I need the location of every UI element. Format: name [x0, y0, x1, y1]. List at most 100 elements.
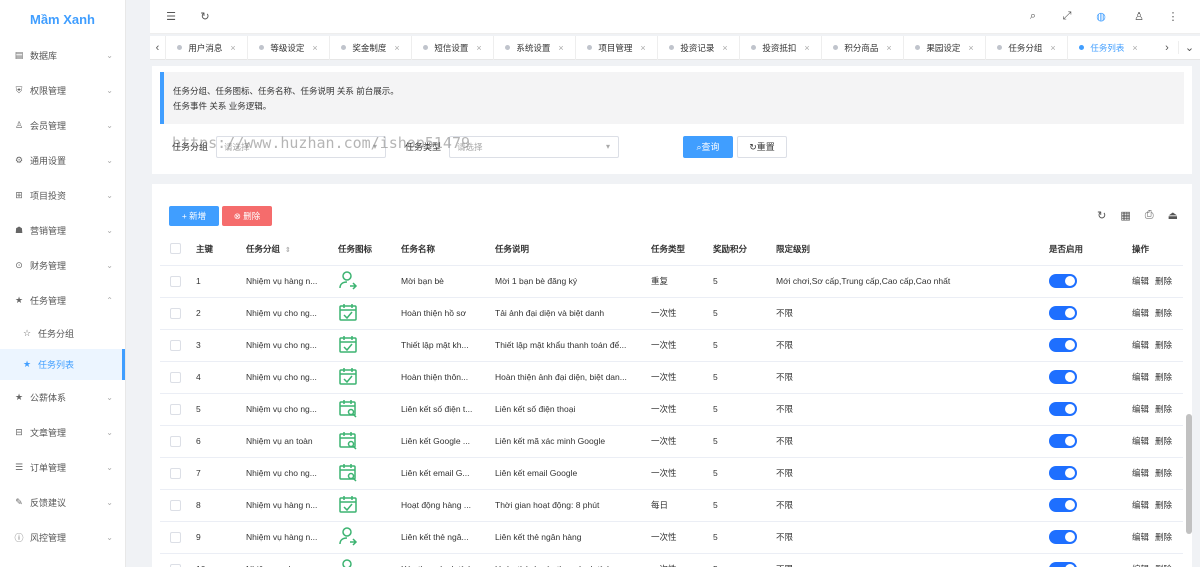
globe-icon[interactable]: ◍ — [1094, 10, 1108, 23]
enabled-switch[interactable] — [1049, 338, 1077, 352]
tab-3[interactable]: 奖金制度 × — [329, 35, 411, 60]
row-checkbox[interactable] — [170, 275, 181, 287]
close-icon[interactable]: × — [312, 43, 317, 53]
batch-delete-button[interactable]: ⊗ 删除 — [222, 206, 272, 226]
refresh-icon[interactable]: ↻ — [198, 10, 212, 23]
row-checkbox[interactable] — [170, 531, 181, 543]
app-logo[interactable]: Mầm Xanh — [0, 0, 125, 38]
search-icon[interactable]: ⌕ — [1026, 10, 1040, 23]
row-checkbox[interactable] — [170, 339, 181, 351]
chevron-right-icon[interactable]: › — [1156, 42, 1178, 54]
edit-link[interactable]: 编辑 — [1132, 500, 1149, 510]
close-icon[interactable]: × — [640, 43, 645, 53]
delete-link[interactable]: 删除 — [1155, 436, 1172, 446]
row-checkbox[interactable] — [170, 499, 181, 511]
sidebar-item-10[interactable]: ★ 任务列表 — [0, 349, 125, 380]
tab-12[interactable]: 任务列表 × — [1067, 35, 1149, 60]
row-checkbox[interactable] — [170, 371, 181, 383]
scrollbar-thumb[interactable] — [1186, 414, 1192, 534]
tab-5[interactable]: 系统设置 × — [493, 35, 575, 60]
close-icon[interactable]: × — [804, 43, 809, 53]
sidebar-item-8[interactable]: ★ 任务管理 ⌃ — [0, 283, 125, 318]
tab-9[interactable]: 积分商品 × — [821, 35, 903, 60]
export-icon[interactable]: ⏏ — [1168, 209, 1178, 222]
tab-11[interactable]: 任务分组 × — [985, 35, 1067, 60]
sidebar-item-7[interactable]: ⊙ 财务管理 ⌄ — [0, 248, 125, 283]
tab-8[interactable]: 投资抵扣 × — [739, 35, 821, 60]
user-icon[interactable]: ♙ — [1132, 10, 1146, 23]
add-button[interactable]: + 新增 — [169, 206, 219, 226]
tab-1[interactable]: 用户消息 × — [165, 35, 247, 60]
columns-icon[interactable]: ▦ — [1120, 209, 1130, 222]
enabled-switch[interactable] — [1049, 402, 1077, 416]
sidebar-item-6[interactable]: ☗ 营销管理 ⌄ — [0, 213, 125, 248]
row-checkbox[interactable] — [170, 403, 181, 415]
close-icon[interactable]: × — [1132, 43, 1137, 53]
sidebar-item-15[interactable]: ⓘ 风控管理 ⌄ — [0, 520, 125, 555]
row-checkbox[interactable] — [170, 467, 181, 479]
row-checkbox[interactable] — [170, 563, 181, 567]
delete-link[interactable]: 删除 — [1155, 276, 1172, 286]
delete-link[interactable]: 删除 — [1155, 404, 1172, 414]
enabled-switch[interactable] — [1049, 530, 1077, 544]
delete-link[interactable]: 删除 — [1155, 468, 1172, 478]
tab-10[interactable]: 果园设定 × — [903, 35, 985, 60]
edit-link[interactable]: 编辑 — [1132, 372, 1149, 382]
close-icon[interactable]: × — [968, 43, 973, 53]
row-checkbox[interactable] — [170, 435, 181, 447]
tab-7[interactable]: 投资记录 × — [657, 35, 739, 60]
close-icon[interactable]: × — [558, 43, 563, 53]
fullscreen-icon[interactable]: ⤢ — [1060, 10, 1074, 23]
enabled-switch[interactable] — [1049, 306, 1077, 320]
tab-2[interactable]: 等级设定 × — [247, 35, 329, 60]
refresh-icon[interactable]: ↻ — [1097, 209, 1106, 222]
delete-link[interactable]: 删除 — [1155, 308, 1172, 318]
delete-link[interactable]: 删除 — [1155, 500, 1172, 510]
select-all-checkbox[interactable] — [170, 243, 181, 255]
close-icon[interactable]: × — [394, 43, 399, 53]
edit-link[interactable]: 编辑 — [1132, 308, 1149, 318]
edit-link[interactable]: 编辑 — [1132, 404, 1149, 414]
menu-fold-icon[interactable]: ☰ — [164, 10, 178, 23]
col-group[interactable]: 任务分组 ⇕ — [242, 233, 334, 266]
sidebar-item-1[interactable]: ▤ 数据库 ⌄ — [0, 38, 125, 73]
type-select[interactable]: 请选择 ▾ — [449, 136, 619, 158]
edit-link[interactable]: 编辑 — [1132, 532, 1149, 542]
edit-link[interactable]: 编辑 — [1132, 468, 1149, 478]
enabled-switch[interactable] — [1049, 466, 1077, 480]
chevron-down-icon[interactable]: ⌄ — [1178, 41, 1200, 54]
chevron-left-icon[interactable]: ‹ — [150, 42, 165, 54]
sidebar-item-11[interactable]: ★ 公薪体系 ⌄ — [0, 380, 125, 415]
close-icon[interactable]: × — [230, 43, 235, 53]
sidebar-item-9[interactable]: ☆ 任务分组 — [0, 318, 125, 349]
close-icon[interactable]: × — [1050, 43, 1055, 53]
tab-4[interactable]: 短信设置 × — [411, 35, 493, 60]
print-icon[interactable]: ⎙ — [1145, 209, 1154, 222]
edit-link[interactable]: 编辑 — [1132, 340, 1149, 350]
sidebar-item-3[interactable]: ♙ 会员管理 ⌄ — [0, 108, 125, 143]
edit-link[interactable]: 编辑 — [1132, 436, 1149, 446]
sidebar-item-2[interactable]: ⛨ 权限管理 ⌄ — [0, 73, 125, 108]
enabled-switch[interactable] — [1049, 274, 1077, 288]
enabled-switch[interactable] — [1049, 434, 1077, 448]
enabled-switch[interactable] — [1049, 370, 1077, 384]
edit-link[interactable]: 编辑 — [1132, 276, 1149, 286]
reset-button[interactable]: ↻重置 — [737, 136, 787, 158]
close-icon[interactable]: × — [722, 43, 727, 53]
sort-icon[interactable]: ⇕ — [285, 247, 291, 254]
tab-6[interactable]: 项目管理 × — [575, 35, 657, 60]
enabled-switch[interactable] — [1049, 498, 1077, 512]
query-button[interactable]: ⌕查询 — [683, 136, 733, 158]
close-icon[interactable]: × — [476, 43, 481, 53]
sidebar-item-12[interactable]: ⊟ 文章管理 ⌄ — [0, 415, 125, 450]
close-icon[interactable]: × — [886, 43, 891, 53]
delete-link[interactable]: 删除 — [1155, 372, 1172, 382]
enabled-switch[interactable] — [1049, 562, 1077, 567]
row-checkbox[interactable] — [170, 307, 181, 319]
sidebar-item-13[interactable]: ☰ 订单管理 ⌄ — [0, 450, 125, 485]
more-icon[interactable]: ⋮ — [1166, 10, 1180, 23]
sidebar-item-5[interactable]: ⊞ 项目投资 ⌄ — [0, 178, 125, 213]
delete-link[interactable]: 删除 — [1155, 532, 1172, 542]
sidebar-item-4[interactable]: ⚙ 通用设置 ⌄ — [0, 143, 125, 178]
delete-link[interactable]: 删除 — [1155, 340, 1172, 350]
